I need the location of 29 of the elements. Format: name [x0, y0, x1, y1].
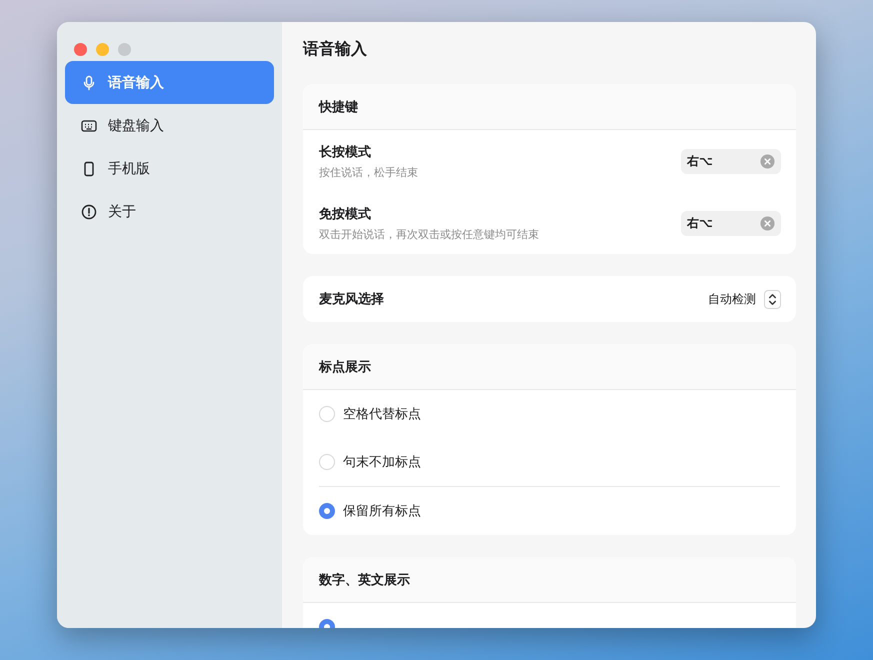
option-label[interactable]: 保留所有标点 — [343, 502, 421, 520]
zoom-button[interactable] — [118, 43, 131, 56]
keyboard-icon — [81, 118, 97, 134]
shortcut-field[interactable]: 右⌥ — [681, 210, 781, 236]
page-title: 语音输入 — [303, 38, 368, 60]
setting-description: 双击开始说话，再次双击或按任意键均可结束 — [319, 226, 539, 242]
chevron-up-down-icon[interactable] — [764, 290, 781, 308]
setting-name: 免按模式 — [319, 206, 372, 222]
setting-name: 长按模式 — [319, 144, 372, 160]
setting-description: 按住说话，松手结束 — [319, 164, 418, 180]
setting-name: 麦克风选择 — [319, 291, 384, 308]
clear-icon[interactable] — [760, 154, 775, 168]
shortcut-field[interactable]: 右⌥ — [681, 148, 781, 174]
exclamation-circle-icon — [81, 204, 97, 220]
section-title: 快捷键 — [303, 84, 796, 130]
sidebar-item[interactable]: 键盘输入 — [65, 104, 274, 147]
minimize-button[interactable] — [96, 43, 109, 56]
microphone-select[interactable]: 自动检测 — [708, 290, 756, 308]
sidebar-item[interactable]: 手机版 — [65, 147, 274, 190]
sidebar-item[interactable]: 关于 — [65, 190, 274, 233]
section-title: 标点展示 — [303, 344, 796, 390]
close-button[interactable] — [74, 43, 87, 56]
radio-button[interactable] — [319, 503, 335, 519]
microphone-icon — [81, 74, 97, 90]
sidebar-item[interactable]: 语音输入 — [65, 61, 274, 104]
option-label[interactable]: 句末不加标点 — [343, 453, 421, 471]
section-title: 数字、英文展示 — [303, 557, 796, 603]
clear-icon[interactable] — [760, 216, 775, 230]
option-label[interactable]: 空格代替标点 — [343, 405, 421, 423]
